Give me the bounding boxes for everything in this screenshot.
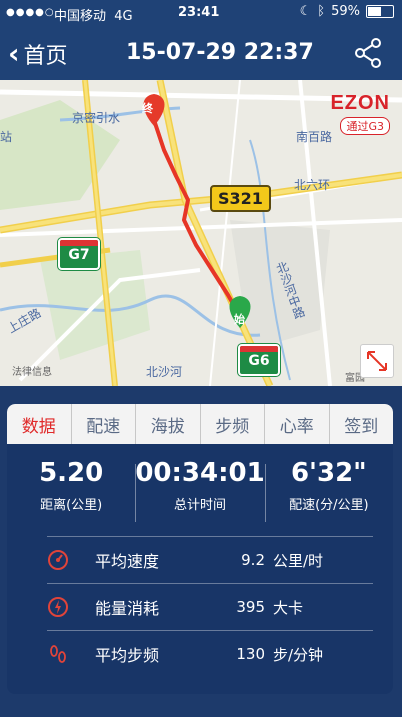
carrier-label: 中国移动 4G bbox=[54, 9, 133, 24]
time-value: 00:34:01 bbox=[135, 458, 265, 488]
detail-unit: 公里/时 bbox=[273, 551, 324, 570]
map-label-zhan: 站 bbox=[0, 130, 13, 144]
brand-badge: 通过G3 bbox=[340, 117, 390, 135]
ezon-logo: EZON bbox=[330, 92, 390, 114]
tab-pace[interactable]: 配速 bbox=[72, 404, 136, 444]
detail-unit: 大卡 bbox=[273, 598, 304, 617]
moon-icon: ☾ bbox=[299, 4, 312, 19]
nav-header: ‹ 首页 15-07-29 22:37 bbox=[0, 26, 402, 80]
signal-strength: ●●●●○ bbox=[6, 7, 55, 18]
speed-icon bbox=[48, 550, 68, 570]
chevron-left-icon: ‹ bbox=[8, 37, 20, 70]
status-right: ☾ ᛒ 59% bbox=[300, 4, 394, 19]
stats-panel: 数据 配速 海拔 步频 心率 签到 5.20 距离(公里) 00:34:01 总… bbox=[7, 404, 393, 694]
map-label-beishahe: 北沙河 bbox=[146, 365, 183, 379]
stat-pace: 6'32" 配速(分/公里) bbox=[264, 452, 393, 532]
tab-heart-rate[interactable]: 心率 bbox=[265, 404, 330, 444]
distance-label: 距离(公里) bbox=[40, 498, 103, 513]
back-label: 首页 bbox=[23, 44, 68, 69]
tab-checkin[interactable]: 签到 bbox=[330, 404, 394, 444]
road-sign-g6: G6 bbox=[238, 344, 280, 376]
detail-unit: 步/分钟 bbox=[273, 645, 324, 664]
map-copyright: 法律信息 bbox=[12, 367, 52, 378]
detail-list: 平均速度 9.2 公里/时 能量消耗 395 大卡 平均步频 130 步/分钟 bbox=[7, 536, 393, 677]
back-button[interactable]: ‹ 首页 bbox=[8, 38, 68, 70]
distance-value: 5.20 bbox=[39, 458, 104, 488]
summary-stats: 5.20 距离(公里) 00:34:01 总计时间 6'32" 配速(分/公里) bbox=[7, 452, 393, 532]
detail-value: 9.2 bbox=[241, 551, 265, 569]
route-map[interactable]: 终 始 EZON 通过G3 京密引水 站 南百路 北六环 北沙河中路 上庄路 北… bbox=[0, 80, 402, 386]
status-bar: ●●●●○ 中国移动 4G 23:41 ☾ ᛒ 59% bbox=[0, 0, 402, 26]
tab-altitude[interactable]: 海拔 bbox=[136, 404, 201, 444]
road-sign-g7: G7 bbox=[58, 238, 100, 270]
detail-name: 能量消耗 bbox=[95, 599, 160, 618]
footsteps-icon bbox=[50, 645, 66, 663]
detail-name: 平均步频 bbox=[95, 646, 160, 665]
energy-icon bbox=[48, 597, 68, 617]
clock: 23:41 bbox=[178, 5, 220, 20]
detail-name: 平均速度 bbox=[95, 552, 160, 571]
battery-icon bbox=[366, 5, 394, 18]
map-label-beiliuhuan: 北六环 bbox=[294, 178, 331, 192]
share-icon[interactable] bbox=[354, 38, 382, 68]
start-marker: 始 bbox=[234, 313, 245, 326]
pace-value: 6'32" bbox=[290, 458, 367, 488]
end-marker: 终 bbox=[142, 102, 153, 115]
battery-percent: 59% bbox=[331, 4, 360, 19]
map-label-nanbaixin: 南百路 bbox=[296, 130, 333, 144]
detail-row-speed: 平均速度 9.2 公里/时 bbox=[47, 536, 373, 583]
road-sign-s321: S321 bbox=[210, 185, 271, 212]
map-label-jingmi: 京密引水 bbox=[72, 111, 121, 125]
tab-cadence[interactable]: 步频 bbox=[201, 404, 265, 444]
detail-value: 395 bbox=[236, 598, 265, 616]
pace-label: 配速(分/公里) bbox=[289, 498, 369, 513]
map-brand: EZON 通过G3 bbox=[330, 92, 390, 135]
detail-value: 130 bbox=[236, 645, 265, 663]
expand-icon bbox=[367, 351, 387, 371]
stat-distance: 5.20 距离(公里) bbox=[7, 452, 135, 532]
tab-data[interactable]: 数据 bbox=[7, 404, 72, 444]
bluetooth-icon: ᛒ bbox=[317, 4, 326, 19]
stat-time: 00:34:01 总计时间 bbox=[135, 452, 265, 532]
expand-map-button[interactable] bbox=[360, 344, 394, 378]
tab-bar: 数据 配速 海拔 步频 心率 签到 bbox=[7, 404, 393, 444]
detail-row-cadence: 平均步频 130 步/分钟 bbox=[47, 630, 373, 677]
time-label: 总计时间 bbox=[173, 498, 226, 513]
detail-row-energy: 能量消耗 395 大卡 bbox=[47, 583, 373, 630]
page-title: 15-07-29 22:37 bbox=[126, 40, 314, 65]
battery-fill bbox=[368, 7, 381, 16]
